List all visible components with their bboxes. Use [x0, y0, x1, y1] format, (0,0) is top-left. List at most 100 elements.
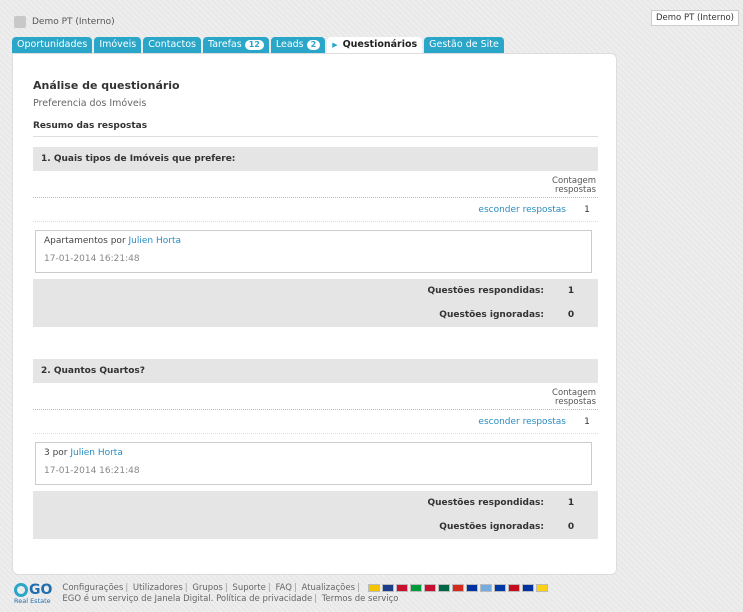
answer-count: 1	[584, 204, 590, 215]
question-stats: Questões respondidas: 1 Questões ignorada…	[33, 491, 598, 539]
answer-item: 3 por Julien Horta 17-01-2014 16:21:48	[35, 442, 592, 485]
question-title: 2. Quantos Quartos?	[33, 359, 598, 383]
tab-leads[interactable]: Leads 2	[270, 37, 326, 53]
question-block-2: 2. Quantos Quartos? Contagem respostas e…	[33, 359, 598, 539]
footer-links: Configurações | Utilizadores | Grupos | Sup…	[62, 583, 548, 605]
footer-link-terms[interactable]: Termos de serviço	[322, 594, 399, 604]
ignored-label: Questões ignoradas:	[439, 522, 544, 532]
language-flag-icon[interactable]	[409, 583, 422, 592]
footer-link-privacy[interactable]: Política de privacidade	[216, 594, 312, 604]
tab-label: Contactos	[148, 39, 196, 50]
language-flag-icon[interactable]	[423, 583, 436, 592]
footer-nav-row: Configurações | Utilizadores | Grupos | Sup…	[62, 583, 548, 594]
footer-link-suporte[interactable]: Suporte	[232, 583, 265, 593]
active-arrow-icon: ▶	[332, 40, 338, 49]
ignored-value: 0	[567, 522, 575, 532]
separator: |	[267, 583, 271, 593]
ego-logo-ring-icon	[14, 583, 28, 597]
ego-logo-text: GO	[29, 582, 53, 598]
language-flag-icon[interactable]	[507, 583, 520, 592]
count-header-line2: respostas	[555, 397, 596, 407]
answer-count: 1	[584, 416, 590, 427]
hide-answers-link[interactable]: esconder respostas	[478, 205, 566, 215]
tab-label: Leads	[275, 39, 304, 50]
language-flag-icon[interactable]	[381, 583, 394, 592]
language-flag-icon[interactable]	[367, 583, 380, 592]
tab-contactos[interactable]: Contactos	[143, 37, 201, 53]
tab-label: Oportunidades	[17, 39, 88, 50]
account-switcher[interactable]: Demo PT (Interno)	[651, 10, 739, 26]
separator: |	[293, 583, 297, 593]
page-title: Análise de questionário	[33, 79, 180, 92]
answered-value: 1	[567, 498, 575, 508]
ego-logo[interactable]: GO Real Estate	[14, 582, 52, 605]
content-panel: Análise de questionário Preferencia dos …	[12, 53, 617, 575]
answered-value: 1	[567, 286, 575, 296]
footer: GO Real Estate Configurações | Utilizador…	[14, 582, 548, 605]
footer-service-text: EGO é um serviço de Janela Digital.	[62, 594, 214, 604]
tab-label: Gestão de Site	[429, 39, 499, 50]
tab-gestao-site[interactable]: Gestão de Site	[424, 37, 504, 53]
answered-row: Questões respondidas: 1	[33, 491, 598, 515]
count-header-line1: Contagem	[552, 388, 596, 398]
answer-user-link[interactable]: Julien Horta	[70, 448, 122, 458]
language-flag-icon[interactable]	[465, 583, 478, 592]
ignored-value: 0	[567, 310, 575, 320]
answers-toggle-row: esconder respostas 1	[33, 410, 598, 434]
tab-tarefas[interactable]: Tarefas 12	[202, 37, 269, 53]
main-tabs: Oportunidades Imóveis Contactos Tarefas 1…	[12, 37, 504, 53]
ego-logo-subtitle: Real Estate	[14, 597, 51, 605]
tab-imoveis[interactable]: Imóveis	[94, 37, 142, 53]
count-header-line2: respostas	[555, 185, 596, 195]
footer-link-grupos[interactable]: Grupos	[192, 583, 223, 593]
question-title: 1. Quais tipos de Imóveis que prefere:	[33, 147, 598, 171]
count-header-line1: Contagem	[552, 176, 596, 186]
separator: |	[357, 583, 360, 593]
footer-legal-row: EGO é um serviço de Janela Digital. Polí…	[62, 594, 547, 605]
answer-item: Apartamentos por Julien Horta 17-01-2014…	[35, 230, 592, 273]
answer-text: Apartamentos por Julien Horta	[44, 236, 583, 246]
ignored-label: Questões ignoradas:	[439, 310, 544, 320]
tab-label: Questionários	[342, 39, 418, 50]
language-flag-icon[interactable]	[521, 583, 534, 592]
summary-heading: Resumo das respostas	[33, 121, 598, 137]
app-name: Demo PT (Interno)	[32, 17, 115, 27]
answer-value: 3 por	[44, 448, 71, 458]
separator: |	[224, 583, 228, 593]
separator: |	[125, 583, 129, 593]
language-flag-icon[interactable]	[479, 583, 492, 592]
count-column-header: Contagem respostas	[33, 171, 598, 198]
count-column-header: Contagem respostas	[33, 383, 598, 410]
answered-row: Questões respondidas: 1	[33, 279, 598, 303]
answered-label: Questões respondidas:	[427, 286, 544, 296]
language-flag-icon[interactable]	[437, 583, 450, 592]
separator: |	[314, 594, 318, 604]
tab-oportunidades[interactable]: Oportunidades	[12, 37, 93, 53]
ignored-row: Questões ignoradas: 0	[33, 515, 598, 539]
language-flag-icon[interactable]	[493, 583, 506, 592]
ego-logo-mark: GO	[14, 582, 52, 598]
tab-label: Tarefas	[207, 39, 242, 50]
tab-questionarios[interactable]: ▶ Questionários	[327, 37, 423, 53]
language-flag-icon[interactable]	[535, 583, 548, 592]
separator: |	[184, 583, 188, 593]
tab-label: Imóveis	[99, 39, 137, 50]
app-brand: Demo PT (Interno)	[14, 12, 115, 32]
language-flags	[367, 583, 548, 592]
answer-text: 3 por Julien Horta	[44, 448, 583, 458]
ignored-row: Questões ignoradas: 0	[33, 303, 598, 327]
answer-user-link[interactable]: Julien Horta	[129, 236, 181, 246]
app-logo-icon	[14, 16, 26, 28]
tarefas-count-badge: 12	[244, 39, 264, 50]
language-flag-icon[interactable]	[395, 583, 408, 592]
footer-link-faq[interactable]: FAQ	[275, 583, 291, 593]
footer-link-atualizacoes[interactable]: Atualizações	[301, 583, 355, 593]
answer-timestamp: 17-01-2014 16:21:48	[44, 254, 140, 264]
answers-toggle-row: esconder respostas 1	[33, 198, 598, 222]
footer-link-utilizadores[interactable]: Utilizadores	[133, 583, 183, 593]
footer-link-configuracoes[interactable]: Configurações	[62, 583, 123, 593]
language-flag-icon[interactable]	[451, 583, 464, 592]
hide-answers-link[interactable]: esconder respostas	[478, 417, 566, 427]
question-block-1: 1. Quais tipos de Imóveis que prefere: C…	[33, 147, 598, 327]
answer-value: Apartamentos por	[44, 236, 129, 246]
